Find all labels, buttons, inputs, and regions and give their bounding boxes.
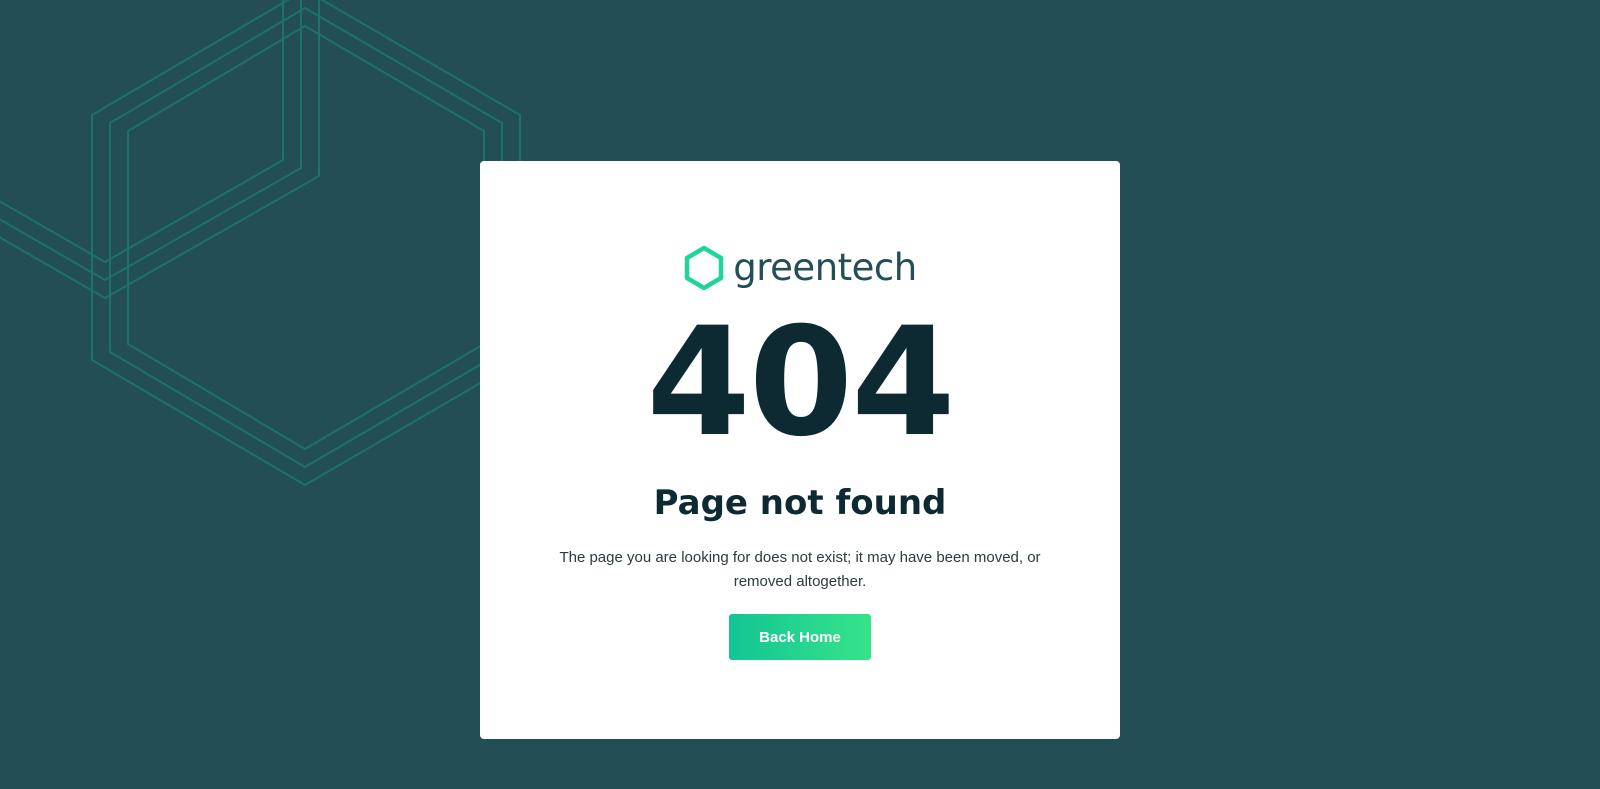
- hexagon-icon: [683, 245, 725, 291]
- error-message: The page you are looking for does not ex…: [559, 549, 1041, 590]
- brand-name: greentech: [733, 246, 917, 289]
- error-card: greentech 404 Page not found The page yo…: [480, 161, 1120, 739]
- back-home-button[interactable]: Back Home: [729, 614, 871, 660]
- page-title: Page not found: [653, 483, 947, 523]
- error-code: 404: [646, 296, 955, 470]
- brand-logo[interactable]: greentech: [480, 245, 1120, 291]
